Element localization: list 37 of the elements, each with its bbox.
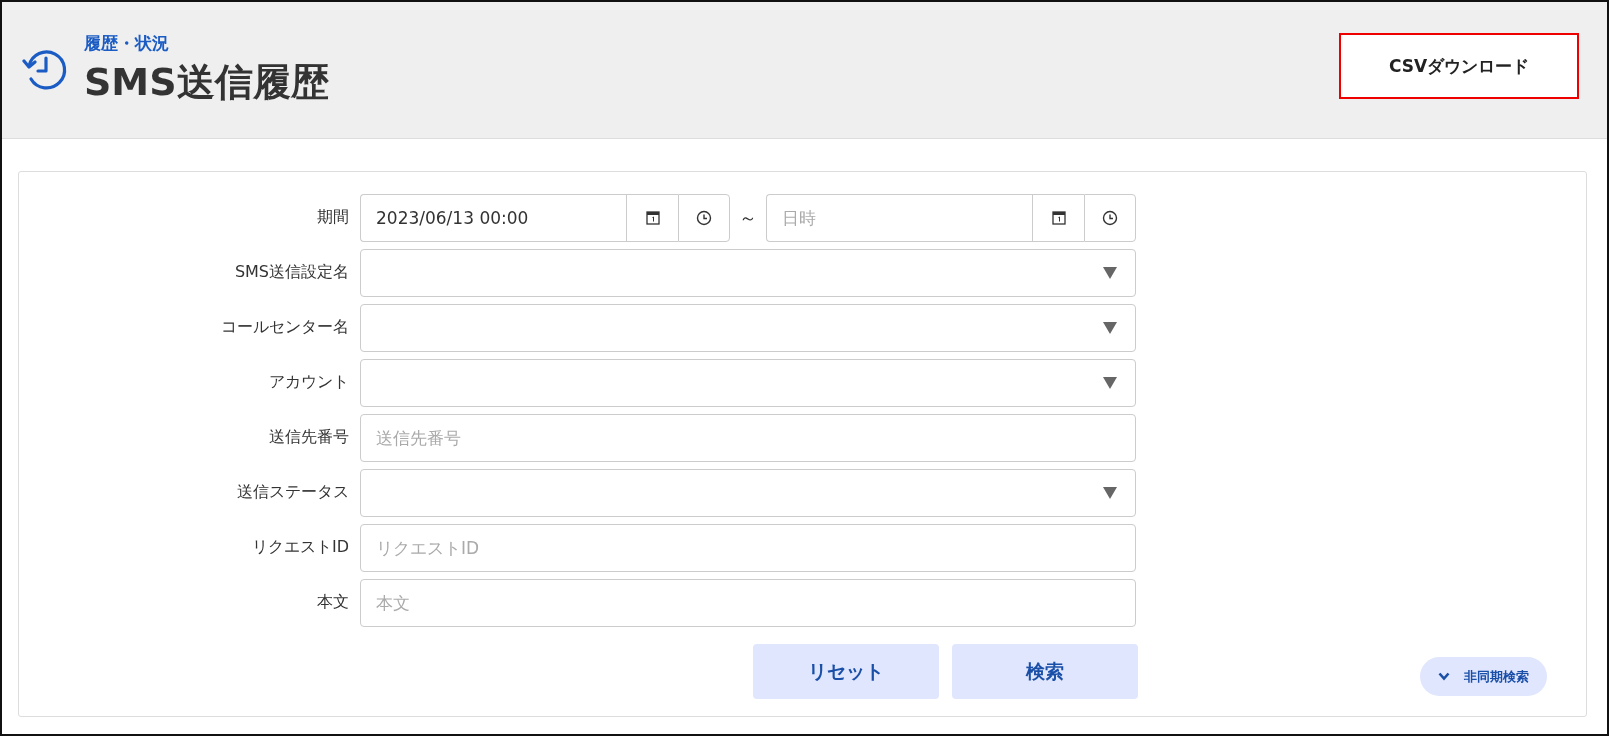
select-field[interactable] [360,468,1136,517]
page-title: SMS送信履歴 [84,59,329,106]
dropdown-triangle-icon [1103,321,1117,334]
select-field[interactable] [360,248,1136,297]
field-label: 本文 [316,592,350,613]
dropdown-triangle-icon [1103,376,1117,389]
async-search-toggle[interactable]: 非同期検索 [1420,657,1547,696]
clock-button[interactable] [1084,193,1136,242]
clock-icon [696,209,712,226]
clock-icon [1102,209,1118,226]
input-field[interactable]: 本文 [360,578,1136,627]
select-field[interactable] [360,303,1136,352]
chevron-down-icon [1438,672,1450,681]
calendar-button[interactable] [1032,193,1084,242]
range-separator: ～ [739,205,757,230]
form-button[interactable]: 検索 [952,644,1138,699]
input-field[interactable]: リクエストID [360,523,1136,572]
clock-button[interactable] [678,193,730,242]
datetime-input[interactable]: 日時 [766,193,1032,242]
breadcrumb-text: 履歴・状況 [84,32,170,55]
calendar-icon [1051,210,1066,225]
field-label: リクエストID [250,537,350,558]
datetime-input[interactable]: 2023/06/13 00:00 [360,193,626,242]
csv-download-button[interactable]: CSVダウンロード [1339,33,1579,99]
select-field[interactable] [360,358,1136,407]
field-label: コールセンター名 [220,317,350,338]
field-label: アカウント [268,372,350,393]
field-label: SMS送信設定名 [233,262,350,283]
field-label: 送信先番号 [268,427,350,448]
field-label: 期間 [316,207,350,228]
form-button[interactable]: リセット [753,644,939,699]
dropdown-triangle-icon [1103,266,1117,279]
input-field[interactable]: 送信先番号 [360,413,1136,462]
calendar-icon [645,210,660,225]
calendar-button[interactable] [626,193,678,242]
field-label: 送信ステータス [236,482,350,503]
dropdown-triangle-icon [1103,486,1117,499]
